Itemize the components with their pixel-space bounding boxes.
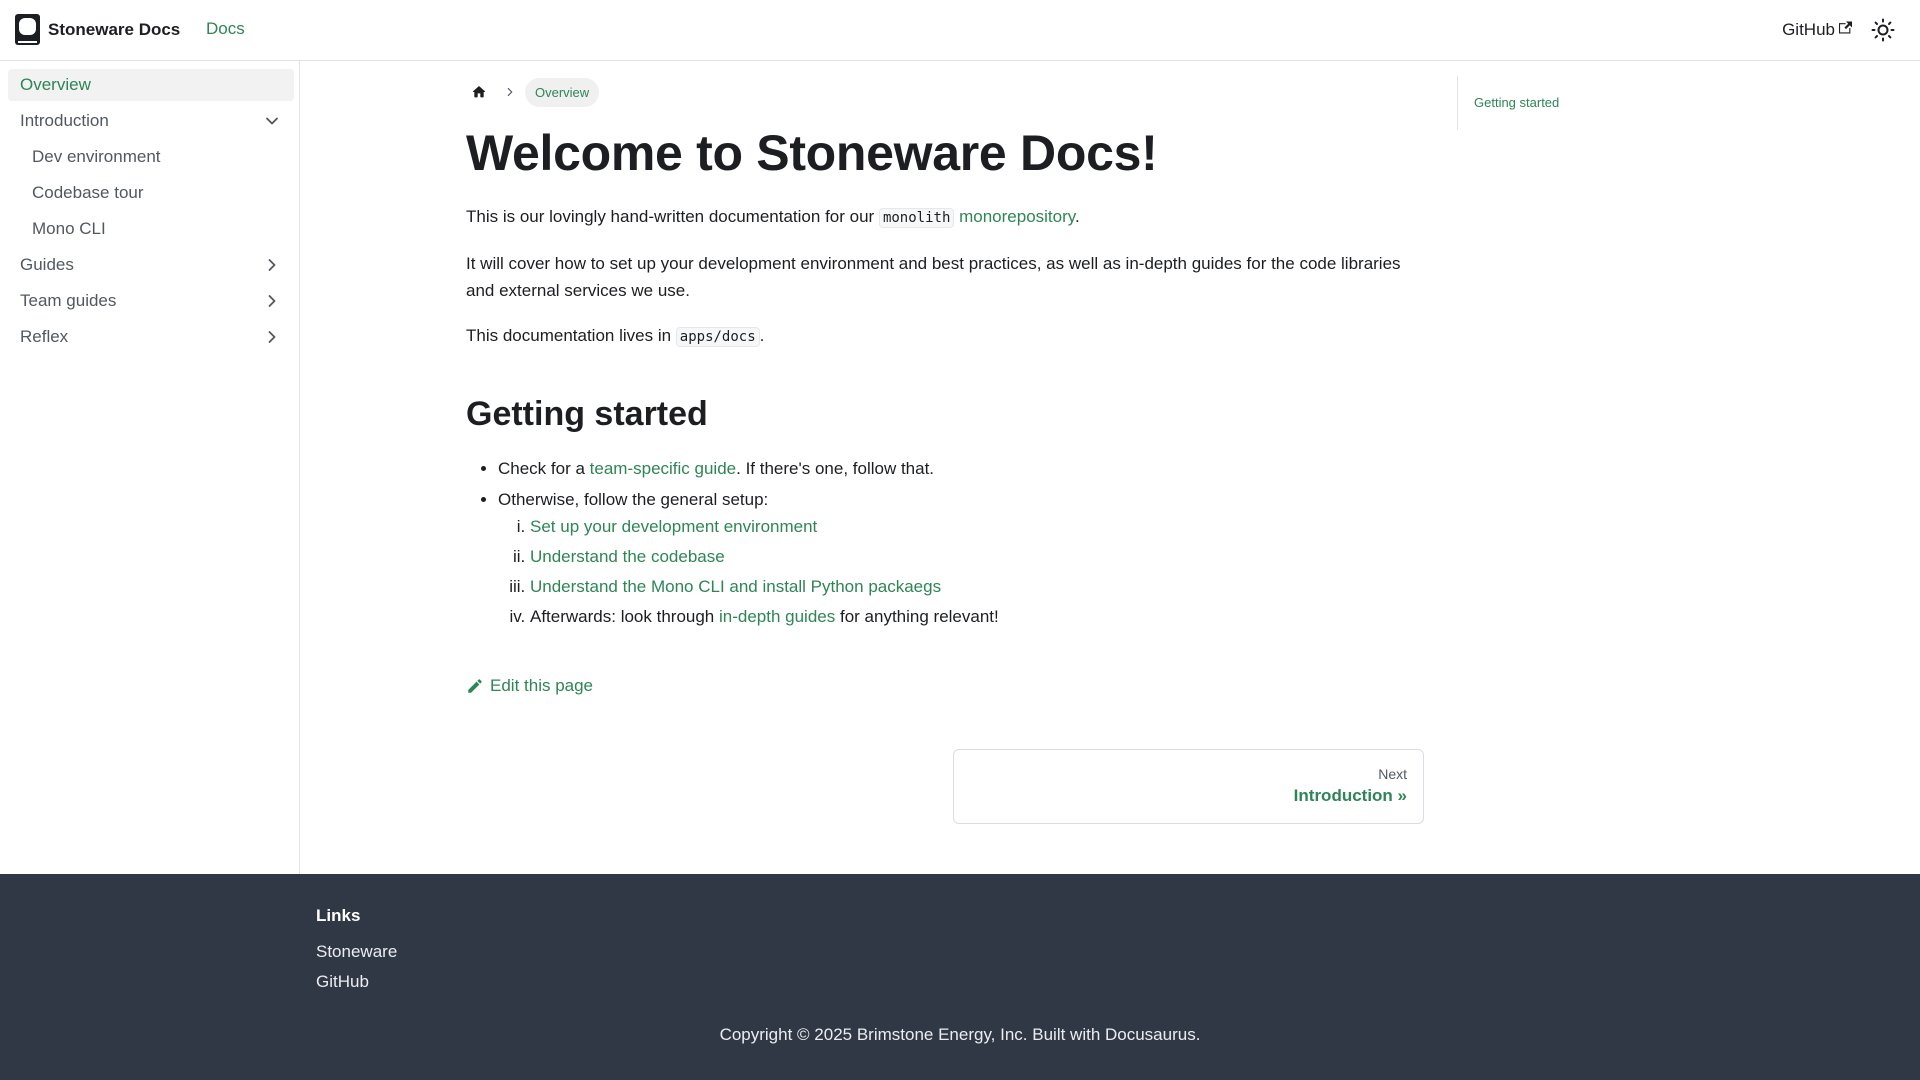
- sidebar-item-dev-environment[interactable]: Dev environment: [8, 141, 294, 173]
- pager-label: Introduction »: [1293, 786, 1407, 805]
- next-page-link[interactable]: Next Introduction »: [953, 749, 1424, 824]
- sidebar-item-label: Mono CLI: [32, 219, 106, 238]
- footer: Links Stoneware GitHub Copyright © 2025 …: [0, 874, 1920, 1080]
- location-text-end: .: [759, 326, 765, 345]
- chevron-right-icon[interactable]: [262, 291, 282, 311]
- sidebar-item-codebase-tour[interactable]: Codebase tour: [8, 177, 294, 209]
- main-content: Overview Welcome to Stoneware Docs! This…: [466, 61, 1424, 824]
- external-link-icon: [1839, 21, 1852, 33]
- sidebar-item-team-guides[interactable]: Team guides: [8, 285, 294, 317]
- sidebar: Overview Introduction Dev environment Co…: [0, 61, 300, 874]
- in-depth-guides-link[interactable]: in-depth guides: [719, 607, 835, 626]
- codebase-link[interactable]: Understand the codebase: [530, 547, 725, 566]
- nav-github-link[interactable]: GitHub: [1782, 20, 1852, 40]
- chevron-down-icon[interactable]: [262, 111, 282, 131]
- breadcrumb-home-link[interactable]: [463, 77, 495, 107]
- breadcrumb-current: Overview: [525, 77, 600, 107]
- pencil-icon: [468, 679, 482, 693]
- pager-sub-label: Next: [1378, 766, 1407, 782]
- list-text: Check for a: [498, 459, 590, 478]
- logo-icon: [15, 13, 40, 45]
- copyright: Copyright © 2025 Brimstone Energy, Inc. …: [719, 1025, 1201, 1044]
- chevron-right-icon[interactable]: [262, 327, 282, 347]
- table-of-contents: Getting started: [1457, 76, 1677, 130]
- sidebar-item-label: Reflex: [20, 327, 69, 346]
- mono-cli-link[interactable]: Understand the Mono CLI and install Pyth…: [530, 577, 941, 596]
- brand-title: Stoneware Docs: [48, 20, 181, 39]
- nav-github-label: GitHub: [1782, 20, 1835, 39]
- list-text: for anything relevant!: [835, 607, 999, 626]
- sidebar-item-label: Dev environment: [32, 147, 161, 166]
- intro-text: This is our lovingly hand-written docume…: [466, 207, 879, 226]
- list-item: Understand the codebase: [530, 543, 1424, 570]
- inline-code: apps/docs: [675, 327, 760, 347]
- chevron-right-icon[interactable]: [262, 255, 282, 275]
- list-item: Afterwards: look through in-depth guides…: [530, 603, 1424, 630]
- navbar: Stoneware Docs Docs GitHub: [0, 0, 1920, 61]
- footer-link-github[interactable]: GitHub: [316, 972, 397, 992]
- sidebar-item-label: Guides: [20, 255, 74, 274]
- sidebar-item-label: Introduction: [20, 111, 109, 130]
- sidebar-item-overview[interactable]: Overview: [8, 69, 294, 101]
- footer-links-title: Links: [316, 906, 361, 925]
- sidebar-item-reflex[interactable]: Reflex: [8, 321, 294, 353]
- chevron-right-icon: [507, 87, 513, 97]
- intro-paragraph: This is our lovingly hand-written docume…: [466, 203, 1424, 232]
- team-specific-guide-link[interactable]: team-specific guide: [590, 459, 736, 478]
- edit-page-label: Edit this page: [490, 676, 594, 695]
- list-item: Understand the Mono CLI and install Pyth…: [530, 573, 1424, 600]
- toc-item-getting-started[interactable]: Getting started: [1474, 95, 1559, 110]
- navbar-right: GitHub: [1782, 0, 1920, 60]
- breadcrumb: Overview: [466, 77, 1424, 107]
- nav-docs-link[interactable]: Docs: [206, 19, 245, 39]
- coverage-paragraph: It will cover how to set up your develop…: [466, 254, 1401, 300]
- list-item: Otherwise, follow the general setup: Set…: [498, 486, 1424, 630]
- sidebar-item-label: Codebase tour: [32, 183, 144, 202]
- location-text: This documentation lives in: [466, 326, 676, 345]
- home-icon: [472, 86, 486, 98]
- list-text: Otherwise, follow the general setup:: [498, 490, 769, 509]
- list-text: Afterwards: look through: [530, 607, 719, 626]
- page-title: Welcome to Stoneware Docs!: [466, 125, 1158, 181]
- sidebar-item-mono-cli[interactable]: Mono CLI: [8, 213, 294, 245]
- dev-environment-link[interactable]: Set up your development environment: [530, 517, 817, 536]
- edit-page-link[interactable]: Edit this page: [466, 676, 1424, 696]
- list-item: Check for a team-specific guide. If ther…: [498, 455, 1424, 482]
- list-item: Set up your development environment: [530, 513, 1424, 540]
- brand-link[interactable]: Stoneware Docs: [15, 13, 181, 47]
- footer-link-stoneware[interactable]: Stoneware: [316, 942, 397, 962]
- location-paragraph: This documentation lives in apps/docs.: [466, 322, 1424, 351]
- sidebar-item-introduction[interactable]: Introduction: [8, 105, 294, 137]
- inline-code: monolith: [878, 208, 955, 228]
- list-text: . If there's one, follow that.: [736, 459, 935, 478]
- getting-started-heading: Getting started: [466, 395, 708, 433]
- setup-steps: Set up your development environment Unde…: [498, 513, 1424, 630]
- getting-started-list: Check for a team-specific guide. If ther…: [466, 455, 1424, 630]
- sidebar-item-label: Overview: [20, 75, 91, 94]
- sun-icon: [1871, 18, 1895, 42]
- sidebar-item-guides[interactable]: Guides: [8, 249, 294, 281]
- intro-text-end: .: [1075, 207, 1080, 226]
- monorepository-link[interactable]: monorepository: [959, 207, 1075, 226]
- theme-toggle-button[interactable]: [1870, 17, 1896, 43]
- footer-links-column: Links Stoneware GitHub: [316, 906, 397, 1002]
- sidebar-item-label: Team guides: [20, 291, 117, 310]
